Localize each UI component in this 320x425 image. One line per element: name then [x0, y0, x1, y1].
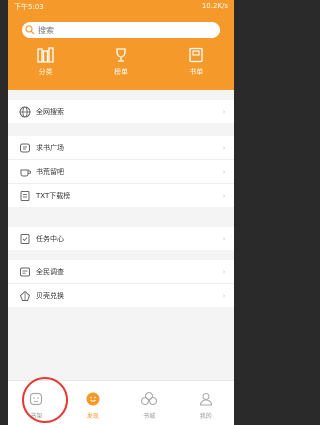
menu-item-global-search[interactable]: 全网搜索 › — [8, 100, 234, 123]
menu-section-task: 任务中心 › — [8, 227, 234, 250]
bookstore-icon — [121, 389, 178, 409]
menu-item-task-center[interactable]: 任务中心 › — [8, 227, 234, 250]
menu-item-label: TXT下载榜 — [36, 191, 71, 200]
chevron-right-icon: › — [222, 107, 226, 116]
menu-item-txt-download[interactable]: TXT下载榜 › — [8, 184, 234, 207]
menu-section-search: 全网搜索 › — [8, 100, 234, 123]
chevron-right-icon: › — [222, 143, 226, 152]
quick-actions: 分类 榜单 书单 — [8, 46, 234, 86]
bottom-nav: 书架 发现 书城 我的 — [8, 380, 234, 425]
menu-item-survey[interactable]: 全民调查 › — [8, 260, 234, 284]
discover-icon — [65, 389, 122, 409]
menu-item-label: 书荒留吧 — [36, 167, 64, 176]
menu-item-label: 贝壳兑换 — [36, 291, 64, 300]
tab-label: 发现 — [86, 413, 99, 420]
quick-booklist-label: 书单 — [189, 68, 204, 76]
search-icon — [22, 22, 38, 38]
quick-ranking-label: 榜单 — [113, 68, 128, 76]
menu-item-label: 求书广场 — [36, 143, 64, 152]
chevron-right-icon: › — [222, 191, 226, 200]
survey-icon — [14, 260, 36, 283]
chevron-right-icon: › — [222, 267, 226, 276]
tab-label: 我的 — [199, 413, 212, 420]
bookshelf-icon — [16, 46, 76, 64]
tab-label: 书城 — [143, 413, 156, 420]
chevron-right-icon: › — [222, 167, 226, 176]
screen-edge — [312, 0, 320, 425]
coffee-icon — [14, 160, 36, 183]
chevron-right-icon: › — [222, 291, 226, 300]
shell-icon — [14, 284, 36, 307]
trophy-icon — [91, 46, 151, 64]
tab-label: 书架 — [30, 413, 43, 420]
bookshelf-tab-icon — [8, 389, 65, 409]
profile-icon — [178, 389, 235, 409]
status-bar: 下午5:03 10.2K/s — [8, 0, 234, 14]
phone-screen: 下午5:03 10.2K/s 分类 榜单 — [8, 0, 234, 425]
tab-bookstore[interactable]: 书城 — [121, 381, 178, 425]
search-input[interactable] — [38, 24, 198, 36]
globe-icon — [14, 100, 36, 123]
header: 下午5:03 10.2K/s 分类 榜单 — [8, 0, 234, 90]
quick-category[interactable]: 分类 — [16, 46, 76, 86]
search-bar[interactable] — [22, 22, 220, 38]
menu-item-label: 任务中心 — [36, 234, 64, 243]
quick-category-label: 分类 — [38, 68, 53, 76]
menu-item-label: 全网搜索 — [36, 107, 64, 116]
download-icon — [14, 184, 36, 207]
tab-profile[interactable]: 我的 — [178, 381, 235, 425]
menu-section-activity: 全民调查 › 贝壳兑换 › — [8, 260, 234, 307]
menu-item-book-shortage[interactable]: 书荒留吧 › — [8, 160, 234, 184]
quick-booklist[interactable]: 书单 — [166, 46, 226, 86]
tab-bookshelf[interactable]: 书架 — [8, 381, 65, 425]
menu-item-book-request[interactable]: 求书广场 › — [8, 136, 234, 160]
chevron-right-icon: › — [222, 234, 226, 243]
status-network: 10.2K/s — [201, 2, 228, 10]
menu-section-community: 求书广场 › 书荒留吧 › TXT下载榜 › — [8, 136, 234, 207]
task-icon — [14, 227, 36, 250]
booklist-icon — [166, 46, 226, 64]
quick-ranking[interactable]: 榜单 — [91, 46, 151, 86]
menu-item-label: 全民调查 — [36, 267, 64, 276]
square-icon — [14, 136, 36, 159]
menu-item-shell-exchange[interactable]: 贝壳兑换 › — [8, 284, 234, 307]
status-time: 下午5:03 — [14, 3, 44, 11]
tab-discover[interactable]: 发现 — [65, 381, 122, 425]
